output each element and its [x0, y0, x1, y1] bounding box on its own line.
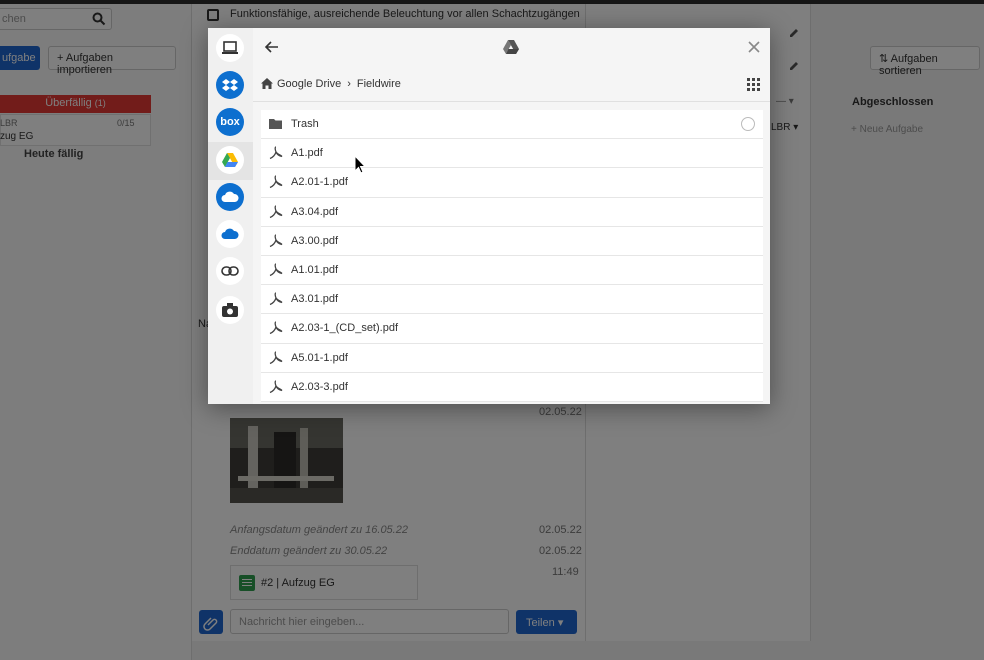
file-name: A3.04.pdf: [291, 205, 339, 218]
box-icon: box: [220, 116, 240, 128]
source-google-drive[interactable]: [216, 146, 244, 174]
mouse-cursor-icon: [354, 155, 366, 174]
pdf-icon: [269, 292, 283, 306]
file-row[interactable]: A1.pdf: [261, 139, 763, 169]
file-row[interactable]: A3.04.pdf: [261, 197, 763, 227]
breadcrumb-current: Fieldwire: [356, 77, 401, 90]
breadcrumb-root[interactable]: Google Drive: [277, 78, 341, 90]
file-row[interactable]: A2.01-1.pdf: [261, 168, 763, 198]
cloud-icon: [221, 191, 239, 202]
breadcrumb: Google Drive › Fieldwire: [253, 66, 770, 102]
source-sidebar: box: [208, 28, 253, 404]
pdf-icon: [269, 321, 283, 335]
home-icon[interactable]: [261, 78, 273, 89]
file-name: A3.01.pdf: [291, 293, 339, 306]
file-name: A2.03-1_(CD_set).pdf: [291, 322, 398, 335]
source-onedrive[interactable]: [216, 220, 244, 248]
pdf-icon: [269, 175, 283, 189]
source-dropbox[interactable]: [216, 71, 244, 99]
file-name: A5.01-1.pdf: [291, 351, 348, 364]
folder-icon: [269, 119, 282, 130]
source-cloud[interactable]: [216, 183, 244, 211]
close-icon[interactable]: [746, 39, 762, 55]
file-picker-modal: box Google Drive › Fieldwire Trash A1.pdf…: [208, 28, 770, 404]
camera-icon: [222, 303, 238, 317]
select-radio[interactable]: [741, 117, 755, 131]
google-drive-icon: [503, 40, 519, 54]
file-row[interactable]: A2.03-3.pdf: [261, 372, 763, 402]
file-name: A2.01-1.pdf: [291, 176, 348, 189]
source-camera[interactable]: [216, 296, 244, 324]
file-row[interactable]: Trash: [261, 110, 763, 140]
back-arrow-icon[interactable]: [263, 38, 281, 56]
grid-view-icon[interactable]: [747, 78, 761, 92]
file-row[interactable]: A1.01.pdf: [261, 255, 763, 286]
file-name: A3.00.pdf: [291, 234, 339, 247]
pdf-icon: [269, 263, 283, 277]
breadcrumb-separator: ›: [347, 77, 351, 90]
link-icon: [221, 266, 239, 276]
laptop-icon: [222, 41, 238, 54]
file-row[interactable]: A5.01-1.pdf: [261, 343, 763, 373]
file-name: A1.pdf: [291, 147, 323, 160]
pdf-icon: [269, 234, 283, 247]
source-device[interactable]: [216, 34, 244, 62]
pdf-icon: [269, 205, 283, 218]
pdf-icon: [269, 380, 283, 393]
file-name: A1.01.pdf: [291, 264, 339, 277]
file-row[interactable]: A3.01.pdf: [261, 285, 763, 315]
source-link[interactable]: [216, 257, 244, 285]
file-row[interactable]: A2.03-1_(CD_set).pdf: [261, 314, 763, 344]
file-list: Trash A1.pdf A2.01-1.pdf A3.04.pdf A3.00.pdf…: [261, 110, 763, 404]
file-name: Trash: [291, 118, 319, 131]
onedrive-icon: [221, 228, 239, 239]
google-drive-icon: [222, 153, 238, 167]
file-name: A2.03-3.pdf: [291, 380, 348, 393]
source-box[interactable]: box: [216, 108, 244, 136]
pdf-icon: [269, 350, 283, 364]
pdf-icon: [269, 146, 283, 160]
picker-header: [253, 28, 770, 66]
file-row[interactable]: A3.00.pdf: [261, 226, 763, 256]
dropbox-icon: [222, 79, 238, 91]
